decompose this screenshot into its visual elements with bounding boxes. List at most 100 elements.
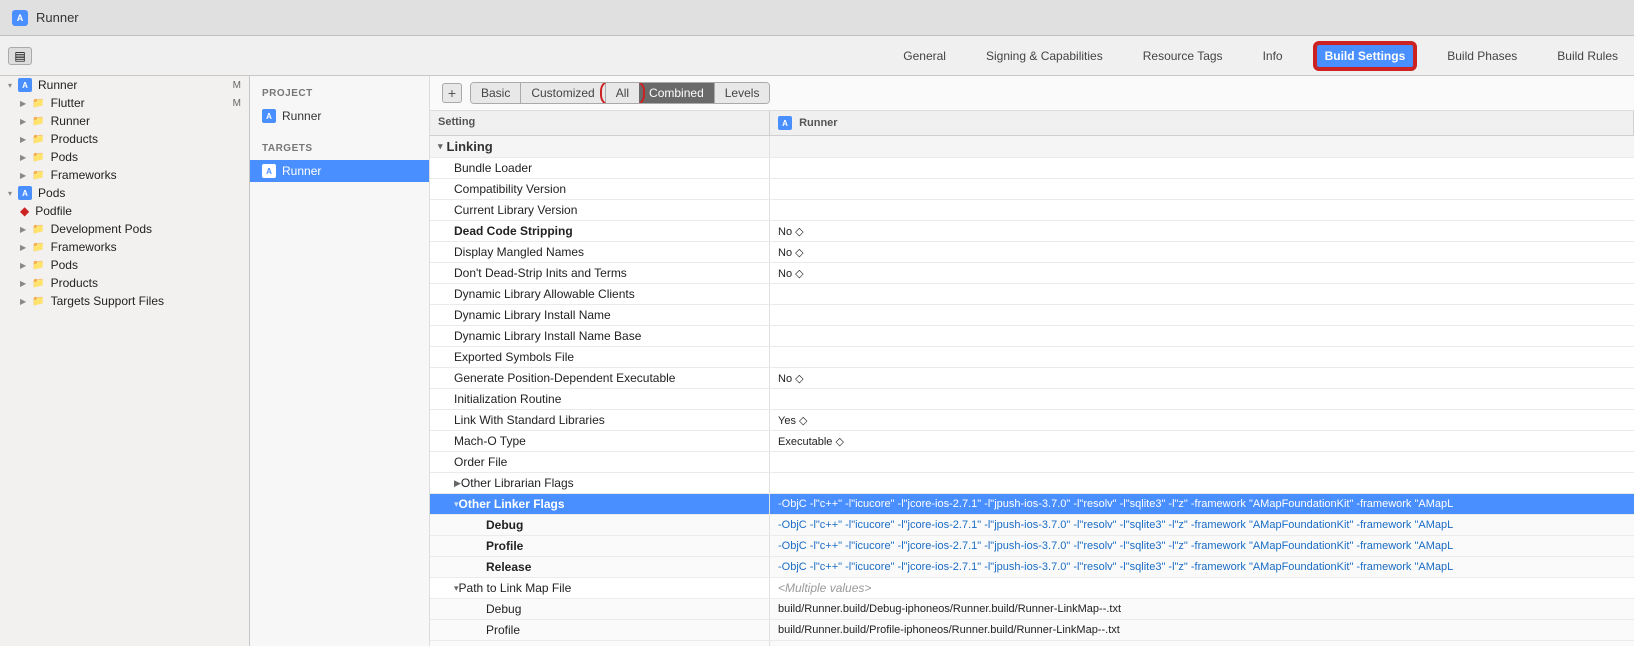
cell-value [770, 452, 1634, 472]
sidebar-item-frameworks-root[interactable]: ▶ 📁 Frameworks [0, 166, 249, 184]
targets-section-label: TARGETS [250, 143, 429, 160]
table-row[interactable]: ▾ Path to Link Map File <Multiple values… [430, 578, 1634, 599]
sidebar-toggle-button[interactable]: ▤ [8, 47, 32, 65]
panel-item-runner-target[interactable]: A Runner [250, 160, 429, 182]
cell-value [770, 347, 1634, 367]
main-layout: ▾ A Runner M ▶ 📁 Flutter M ▶ 📁 Runner ▶ … [0, 76, 1634, 646]
filter-tab-levels[interactable]: Levels [715, 83, 770, 103]
xcode-icon: A [18, 78, 32, 92]
add-setting-button[interactable]: + [442, 83, 462, 103]
folder-icon: 📁 [32, 296, 44, 307]
table-row[interactable]: Link With Standard Libraries Yes ◇ [430, 410, 1634, 431]
filter-tab-all[interactable]: All [606, 83, 639, 103]
sidebar-label: Pods [51, 258, 78, 272]
panel-item-runner-project[interactable]: A Runner [250, 105, 429, 127]
tab-signing-capabilities[interactable]: Signing & Capabilities [978, 45, 1111, 67]
sidebar-item-development-pods[interactable]: ▶ 📁 Development Pods [0, 220, 249, 238]
tab-general[interactable]: General [895, 45, 954, 67]
sidebar-item-runner-sub[interactable]: ▶ 📁 Runner [0, 112, 249, 130]
table-row[interactable]: Profile -ObjC -l"c++" -l"icucore" -l"jco… [430, 536, 1634, 557]
disclosure-icon: ▶ [20, 171, 26, 180]
folder-icon: 📁 [32, 224, 44, 235]
table-row[interactable]: Release build/Runner.build/Release-iphon… [430, 641, 1634, 646]
tab-info[interactable]: Info [1255, 45, 1291, 67]
table-row[interactable]: ▾ Linking [430, 136, 1634, 158]
settings-table: Setting A Runner ▾ Linking [430, 111, 1634, 646]
cell-value: No ◇ [770, 242, 1634, 262]
sidebar-label: Frameworks [51, 240, 117, 254]
table-row[interactable]: Exported Symbols File [430, 347, 1634, 368]
sidebar-item-runner-root[interactable]: ▾ A Runner M [0, 76, 249, 94]
sidebar-item-pods-project[interactable]: ▾ A Pods [0, 184, 249, 202]
panel-project-icon: A [262, 109, 276, 123]
table-row[interactable]: Profile build/Runner.build/Profile-iphon… [430, 620, 1634, 641]
filter-bar: + Basic Customized All Combined Levels [430, 76, 1634, 111]
sidebar-item-pods-sub[interactable]: ▶ 📁 Pods [0, 256, 249, 274]
sidebar-item-targets-support[interactable]: ▶ 📁 Targets Support Files [0, 292, 249, 310]
cell-setting: Exported Symbols File [430, 347, 770, 367]
disclosure-icon: ▶ [20, 153, 26, 162]
sidebar-item-products-root[interactable]: ▶ 📁 Products [0, 130, 249, 148]
table-row[interactable]: Generate Position-Dependent Executable N… [430, 368, 1634, 389]
filter-tab-customized[interactable]: Customized [521, 83, 605, 103]
table-row[interactable]: Bundle Loader [430, 158, 1634, 179]
table-row[interactable]: Dynamic Library Install Name [430, 305, 1634, 326]
cell-value: No ◇ [770, 368, 1634, 388]
tab-build-settings[interactable]: Build Settings [1315, 43, 1416, 69]
chevron-right-icon: ▶ [454, 478, 461, 489]
disclosure-icon: ▶ [20, 243, 26, 252]
project-panel: PROJECT A Runner TARGETS A Runner [250, 76, 430, 646]
disclosure-icon: ▾ [8, 189, 12, 198]
sidebar-item-frameworks-pods[interactable]: ▶ 📁 Frameworks [0, 238, 249, 256]
cell-value: build/Runner.build/Release-iphoneos/Runn… [770, 641, 1634, 646]
table-row[interactable]: Debug -ObjC -l"c++" -l"icucore" -l"jcore… [430, 515, 1634, 536]
table-row[interactable]: ▾ Other Linker Flags -ObjC -l"c++" -l"ic… [430, 494, 1634, 515]
table-row[interactable]: Current Library Version [430, 200, 1634, 221]
cell-setting: Compatibility Version [430, 179, 770, 199]
cell-value: -ObjC -l"c++" -l"icucore" -l"jcore-ios-2… [770, 494, 1634, 514]
sidebar-label: Development Pods [51, 222, 152, 236]
table-row[interactable]: Order File [430, 452, 1634, 473]
folder-icon: 📁 [32, 134, 44, 145]
sidebar-label: Runner [51, 114, 90, 128]
cell-setting: Dead Code Stripping [430, 221, 770, 241]
filter-tab-combined[interactable]: Combined [639, 83, 715, 103]
table-row[interactable]: Dead Code Stripping No ◇ [430, 221, 1634, 242]
cell-value: build/Runner.build/Debug-iphoneos/Runner… [770, 599, 1634, 619]
xcode-icon: A [18, 186, 32, 200]
cell-setting: ▾ Linking [430, 136, 770, 157]
folder-icon: 📁 [32, 170, 44, 181]
cell-value: -ObjC -l"c++" -l"icucore" -l"jcore-ios-2… [770, 557, 1634, 577]
runner-header-icon: A [778, 116, 792, 130]
chevron-down-icon: ▾ [438, 141, 443, 152]
tab-resource-tags[interactable]: Resource Tags [1135, 45, 1231, 67]
tab-build-phases[interactable]: Build Phases [1439, 45, 1525, 67]
cell-setting: Mach-O Type [430, 431, 770, 451]
sidebar-item-pods-root[interactable]: ▶ 📁 Pods [0, 148, 249, 166]
table-header: Setting A Runner [430, 111, 1634, 136]
table-row[interactable]: Initialization Routine [430, 389, 1634, 410]
disclosure-icon: ▶ [20, 99, 26, 108]
filter-tab-basic[interactable]: Basic [471, 83, 521, 103]
sidebar-item-flutter[interactable]: ▶ 📁 Flutter M [0, 94, 249, 112]
sidebar-label: Runner [38, 78, 77, 92]
table-row[interactable]: ▶ Other Librarian Flags [430, 473, 1634, 494]
table-row[interactable]: Mach-O Type Executable ◇ [430, 431, 1634, 452]
cell-setting: Don't Dead-Strip Inits and Terms [430, 263, 770, 283]
cell-setting: ▶ Other Librarian Flags [430, 473, 770, 493]
sidebar-item-podfile[interactable]: ◆ Podfile [0, 202, 249, 220]
gem-icon: ◆ [20, 204, 29, 218]
table-row[interactable]: Compatibility Version [430, 179, 1634, 200]
tab-build-rules[interactable]: Build Rules [1549, 45, 1626, 67]
table-row[interactable]: Dynamic Library Allowable Clients [430, 284, 1634, 305]
cell-setting: Order File [430, 452, 770, 472]
table-row[interactable]: Display Mangled Names No ◇ [430, 242, 1634, 263]
table-row[interactable]: Dynamic Library Install Name Base [430, 326, 1634, 347]
sidebar-item-products-pods[interactable]: ▶ 📁 Products [0, 274, 249, 292]
cell-setting: Bundle Loader [430, 158, 770, 178]
cell-value [770, 473, 1634, 493]
table-row[interactable]: Debug build/Runner.build/Debug-iphoneos/… [430, 599, 1634, 620]
table-row[interactable]: Don't Dead-Strip Inits and Terms No ◇ [430, 263, 1634, 284]
folder-icon: 📁 [32, 278, 44, 289]
table-row[interactable]: Release -ObjC -l"c++" -l"icucore" -l"jco… [430, 557, 1634, 578]
